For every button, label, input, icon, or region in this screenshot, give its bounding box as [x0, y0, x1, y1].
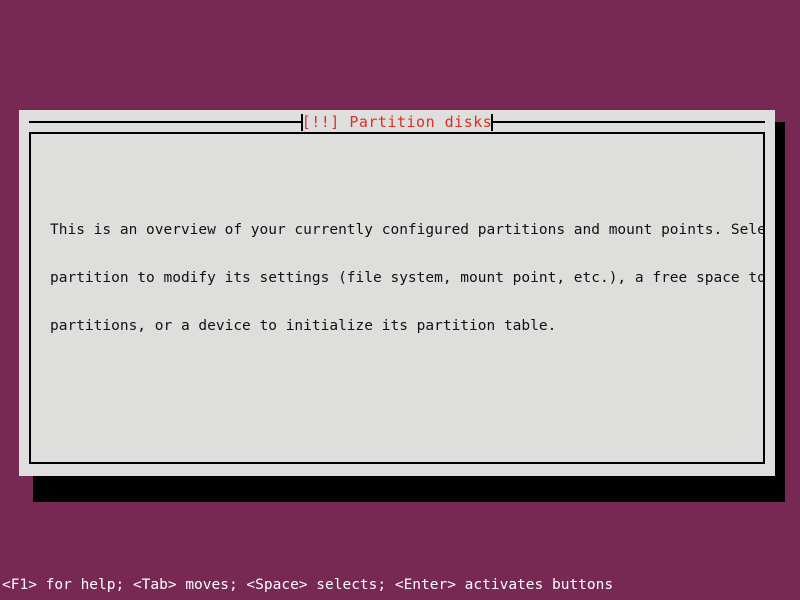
spacer-before-menu [31, 462, 763, 464]
installer-screen: [!!] Partition disks This is an overview… [0, 0, 800, 600]
dialog-content-box: This is an overview of your currently co… [29, 132, 765, 464]
description-line-2: partition to modify its settings (file s… [50, 270, 765, 286]
description-text: This is an overview of your currently co… [31, 190, 763, 366]
partition-disks-dialog: [!!] Partition disks This is an overview… [19, 110, 775, 476]
title-rule-right [493, 121, 765, 123]
dialog-titlebar: [!!] Partition disks [19, 110, 775, 132]
description-line-1: This is an overview of your currently co… [50, 222, 765, 238]
status-bar: <F1> for help; <Tab> moves; <Space> sele… [2, 577, 614, 593]
spacer-after-description [31, 414, 763, 430]
description-line-3: partitions, or a device to initialize it… [50, 318, 557, 334]
